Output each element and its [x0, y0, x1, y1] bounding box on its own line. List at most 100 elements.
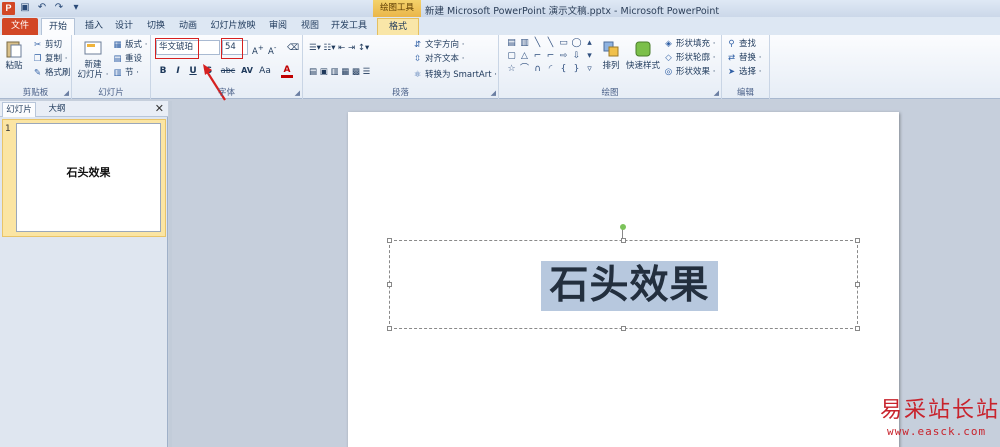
save-icon[interactable]: ▣ [19, 2, 31, 14]
align-text-label: 对齐文本 · [425, 54, 465, 64]
shape-fill-label: 形状填充 · [676, 39, 716, 49]
brace-right-shape-icon[interactable]: } [570, 64, 583, 75]
shape-outline-label: 形状轮廓 · [676, 53, 716, 63]
paste-button[interactable]: 粘贴 [3, 39, 25, 71]
elbow2-shape-icon[interactable]: ⌐ [544, 51, 557, 62]
resize-handle-ne[interactable] [855, 238, 860, 243]
arrow-down-shape-icon[interactable]: ⇩ [570, 51, 583, 62]
callout-shape-icon[interactable]: ⌒ [518, 64, 531, 75]
find-button[interactable]: ⚲ 查找 [726, 38, 756, 50]
char-spacing-button[interactable]: AV [239, 66, 255, 75]
bullets-button[interactable]: ☰▾ ☷▾ ⇤ ⇥ ↕▾ [309, 42, 369, 54]
cut-button[interactable]: ✂ 剪切 [32, 39, 62, 51]
italic-button[interactable]: I [172, 66, 184, 76]
tab-review[interactable]: 审阅 [264, 18, 292, 35]
oval-shape-icon[interactable]: ◯ [570, 38, 583, 49]
shape-effects-button[interactable]: ◎ 形状效果 · [663, 66, 716, 78]
replace-button[interactable]: ⇄ 替换 · [726, 52, 761, 64]
window-title: 新建 Microsoft PowerPoint 演示文稿.pptx - Micr… [425, 6, 720, 17]
grow-font-button[interactable]: A+ [252, 42, 264, 58]
format-painter-button[interactable]: ✎ 格式刷 [32, 67, 71, 79]
resize-handle-s[interactable] [621, 326, 626, 331]
arc-shape-icon[interactable]: ◜ [544, 64, 557, 75]
align-text-button[interactable]: ⇳ 对齐文本 · [412, 53, 464, 65]
select-button[interactable]: ➤ 选择 · [726, 66, 761, 78]
paste-icon [6, 41, 22, 58]
rounded-rect-shape-icon[interactable]: ▢ [505, 51, 518, 62]
close-panel-icon[interactable]: ✕ [155, 102, 164, 115]
text-direction-button[interactable]: ⇵ 文字方向 · [412, 39, 464, 51]
star-shape-icon[interactable]: ☆ [505, 64, 518, 75]
powerpoint-app-icon[interactable]: P [2, 2, 15, 15]
shape-outline-button[interactable]: ◇ 形状轮廓 · [663, 52, 715, 64]
tab-outline[interactable]: 大纲 [40, 102, 74, 117]
rect-shape-icon[interactable]: ▭ [557, 38, 570, 49]
copy-button[interactable]: ❐ 复制 · [32, 53, 68, 65]
tab-animations[interactable]: 动画 [174, 18, 202, 35]
elbow-shape-icon[interactable]: ⌐ [531, 51, 544, 62]
line-shape-icon[interactable]: ╲ [531, 38, 544, 49]
tab-transitions[interactable]: 切换 [142, 18, 170, 35]
paragraph-launcher-icon[interactable]: ◢ [491, 89, 496, 97]
drawing-launcher-icon[interactable]: ◢ [714, 89, 719, 97]
textbox-shape-icon[interactable]: ▤ [505, 38, 518, 49]
slide-canvas[interactable]: 石头效果 [348, 112, 899, 447]
more-shapes-icon[interactable]: ▴ [583, 38, 596, 49]
undo-icon[interactable]: ↶ [36, 2, 48, 14]
paragraph-group: ☰▾ ☷▾ ⇤ ⇥ ↕▾ ▤ ▣ ▥ ▦ ▩ ☰ ⇵ 文字方向 · ⇳ 对齐文本 ·… [303, 35, 499, 99]
arrange-label: 排列 [602, 61, 620, 71]
arrow-right-shape-icon[interactable]: ⇨ [557, 51, 570, 62]
curve-shape-icon[interactable]: ∩ [531, 64, 544, 75]
resize-handle-w[interactable] [387, 282, 392, 287]
section-icon: ▥ [113, 68, 122, 78]
vtextbox-shape-icon[interactable]: ▥ [518, 38, 531, 49]
shapes-gallery[interactable]: ▤ ▥ ╲ ╲ ▭ ◯ ▴ ▢ △ ⌐ ⌐ ⇨ ⇩ ▾ ☆ ⌒ ∩ ◜{} ▿ [505, 38, 596, 75]
shape-fill-button[interactable]: ◈ 形状填充 · [663, 38, 715, 50]
clipboard-launcher-icon[interactable]: ◢ [64, 89, 69, 97]
font-launcher-icon[interactable]: ◢ [295, 89, 300, 97]
convert-smartart-button[interactable]: ⚛ 转换为 SmartArt · [412, 69, 497, 81]
tab-home[interactable]: 开始 [41, 18, 75, 35]
resize-handle-sw[interactable] [387, 326, 392, 331]
selected-textbox[interactable]: 石头效果 [387, 238, 860, 331]
change-case-button[interactable]: Aa [257, 66, 273, 76]
tab-developer[interactable]: 开发工具 [329, 18, 369, 35]
tab-format[interactable]: 格式 [377, 18, 419, 35]
underline-button[interactable]: U [187, 66, 199, 76]
reset-button[interactable]: ▤ 重设 [112, 53, 142, 65]
resize-handle-nw[interactable] [387, 238, 392, 243]
shrink-font-button[interactable]: A- [268, 42, 276, 58]
resize-handle-e[interactable] [855, 282, 860, 287]
tab-insert[interactable]: 插入 [80, 18, 108, 35]
slide-thumbnail[interactable]: 石头效果 [16, 123, 161, 232]
layout-button[interactable]: ▦ 版式 · [112, 39, 147, 51]
tab-view[interactable]: 视图 [296, 18, 324, 35]
font-color-button[interactable]: A [281, 65, 293, 78]
font-name-highlight-box [155, 38, 199, 59]
new-slide-button[interactable]: 新建 幻灯片 · [76, 38, 110, 80]
redo-icon[interactable]: ↷ [53, 2, 65, 14]
tab-slides[interactable]: 幻灯片 [2, 102, 36, 117]
clipboard-group: 粘贴 ✂ 剪切 ❐ 复制 · ✎ 格式刷 剪贴板 ◢ [0, 35, 72, 99]
rotation-handle[interactable] [620, 224, 626, 230]
effects-icon: ◎ [664, 67, 673, 77]
arrange-button[interactable]: 排列 [599, 39, 623, 71]
tab-slideshow[interactable]: 幻灯片放映 [207, 18, 259, 35]
section-button[interactable]: ▥ 节 · [112, 67, 138, 79]
customize-icon[interactable]: ▾ [70, 2, 82, 14]
resize-handle-se[interactable] [855, 326, 860, 331]
quick-styles-button[interactable]: 快速样式 [624, 39, 662, 71]
expand-shapes-icon[interactable]: ▾ [583, 51, 596, 62]
slides-panel: 幻灯片 大纲 ✕ 1 石头效果 [0, 101, 168, 447]
line2-shape-icon[interactable]: ╲ [544, 38, 557, 49]
tab-file[interactable]: 文件 [2, 18, 38, 35]
gallery-more-icon[interactable]: ▿ [583, 64, 596, 75]
brace-left-shape-icon[interactable]: { [557, 64, 570, 75]
clear-format-button[interactable]: ⌫ [287, 42, 299, 54]
tab-design[interactable]: 设计 [110, 18, 138, 35]
bold-button[interactable]: B [157, 66, 169, 76]
resize-handle-n[interactable] [621, 238, 626, 243]
alignment-buttons[interactable]: ▤ ▣ ▥ ▦ ▩ ☰ [309, 66, 370, 78]
triangle-shape-icon[interactable]: △ [518, 51, 531, 62]
slide-title-text[interactable]: 石头效果 [541, 261, 718, 311]
